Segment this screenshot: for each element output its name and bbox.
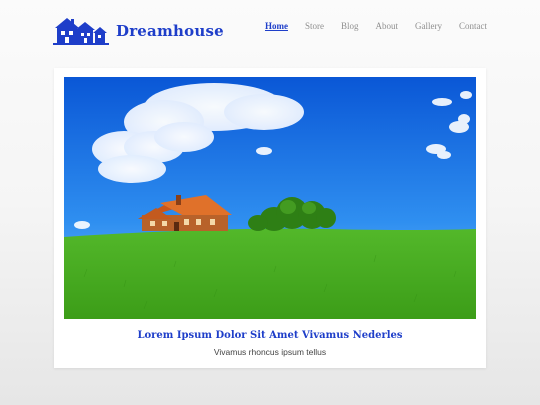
nav-item-about[interactable]: About bbox=[376, 21, 399, 32]
nav-item-gallery[interactable]: Gallery bbox=[415, 21, 442, 32]
brand-logo-link[interactable]: Dreamhouse bbox=[53, 16, 224, 46]
nav-item-blog[interactable]: Blog bbox=[341, 21, 359, 32]
nav-item-store[interactable]: Store bbox=[305, 21, 324, 32]
main-nav: Home Store Blog About Gallery Contact bbox=[248, 21, 487, 32]
hero-title[interactable]: Lorem Ipsum Dolor Sit Amet Vivamus Neder… bbox=[54, 330, 486, 341]
brand-name: Dreamhouse bbox=[116, 22, 224, 40]
hero-image[interactable] bbox=[64, 77, 476, 319]
house-logo-icon bbox=[53, 18, 109, 45]
house-on-green-hill-photo bbox=[64, 77, 476, 319]
nav-item-home[interactable]: Home bbox=[265, 21, 288, 32]
site-header: Dreamhouse Home Store Blog About Gallery… bbox=[0, 0, 540, 60]
nav-item-contact[interactable]: Contact bbox=[459, 21, 487, 32]
hero-subtitle: Vivamus rhoncus ipsum tellus bbox=[213, 347, 327, 357]
featured-card: Lorem Ipsum Dolor Sit Amet Vivamus Neder… bbox=[54, 68, 486, 368]
